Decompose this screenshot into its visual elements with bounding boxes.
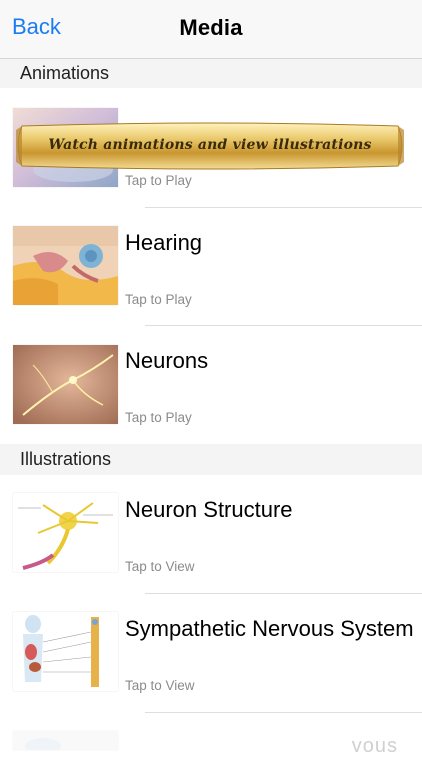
row-title: Neurons <box>125 348 209 373</box>
section-header-illustrations: Illustrations <box>0 444 422 475</box>
row-subtitle: Tap to Play <box>125 173 192 188</box>
row-subtitle: Tap to Play <box>125 292 192 307</box>
row-subtitle: Tap to View <box>125 678 195 693</box>
list-item[interactable]: Neuron Structure Tap to View <box>0 475 422 593</box>
banner-text: Watch animations and view illustrations <box>48 137 372 153</box>
row-subtitle: Tap to Play <box>125 410 192 425</box>
list-item[interactable]: Hearing Tap to Play <box>0 208 422 326</box>
watermark: vous <box>351 735 398 757</box>
row-title: Sympathetic Nervous System <box>125 616 414 641</box>
row-title: Neuron Structure <box>125 497 293 522</box>
list-item[interactable]: Sympathetic Nervous System Tap to View <box>0 594 422 712</box>
navigation-bar: Back Media <box>0 0 422 59</box>
list-item[interactable]: Neurons Tap to Play <box>0 326 422 444</box>
info-banner: Watch animations and view illustrations <box>14 122 406 170</box>
row-thumbnail <box>13 612 118 691</box>
page-title: Media <box>179 15 243 40</box>
row-thumbnail <box>13 493 118 572</box>
row-thumbnail <box>13 731 118 750</box>
row-subtitle: Tap to View <box>125 559 195 574</box>
row-thumbnail <box>13 226 118 305</box>
row-title: Hearing <box>125 230 203 255</box>
section-header-animations: Animations <box>0 59 422 88</box>
row-thumbnail <box>13 345 118 424</box>
